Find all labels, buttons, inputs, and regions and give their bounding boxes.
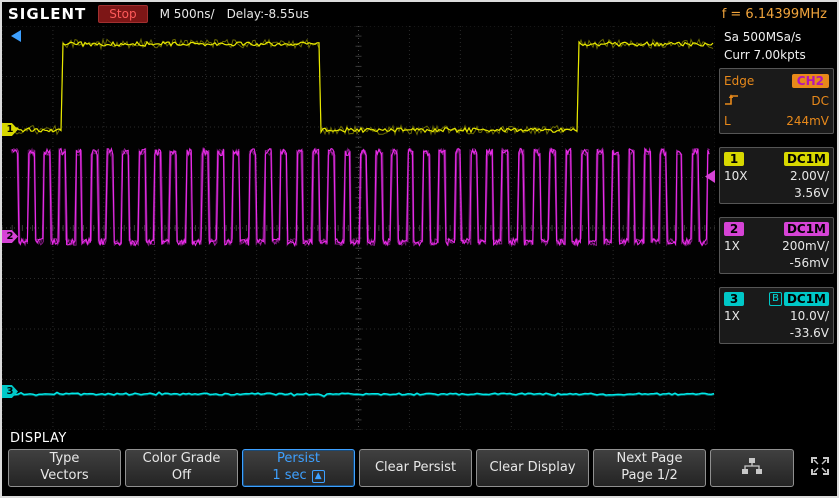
ch1-coupling-badge: DC1M [784, 152, 829, 166]
next-page-button[interactable]: Next Page Page 1/2 [593, 449, 706, 487]
utility-lan-button[interactable] [710, 449, 794, 487]
softkey-menu: Type Vectors Color Grade Off Persist 1 s… [2, 447, 837, 492]
ch2-probe-ratio: 1X [724, 239, 740, 253]
ch3-scale: 10.0V/ [790, 309, 829, 323]
ch3-number-badge: 3 [724, 292, 744, 306]
trigger-coupling-label: DC [811, 94, 829, 108]
trigger-source-badge: CH2 [792, 74, 829, 88]
frequency-counter-readout: f = 6.14399MHz [722, 7, 831, 22]
ch3-coupling-badge: DC1M [784, 292, 829, 306]
channel-1-panel[interactable]: 1 DC1M 10X 2.00V/ 3.56V [719, 147, 834, 204]
run-stop-status-badge[interactable]: Stop [98, 5, 147, 23]
sample-rate-readout: Sa 500MSa/s [719, 28, 834, 46]
ch1-offset: 3.56V [794, 186, 829, 200]
color-grade-button[interactable]: Color Grade Off [125, 449, 238, 487]
clear-display-button[interactable]: Clear Display [476, 449, 589, 487]
ch1-number-badge: 1 [724, 152, 744, 166]
ch3-probe-ratio: 1X [724, 309, 740, 323]
rising-edge-icon [724, 92, 740, 110]
ch2-scale: 200mV/ [782, 239, 829, 253]
ch2-number-badge: 2 [724, 222, 744, 236]
delay-readout: Delay:-8.55us [227, 7, 310, 21]
channel-2-panel[interactable]: 2 DC1M 1X 200mV/ -56mV [719, 217, 834, 274]
top-status-bar: SIGLENT Stop M 500ns/ Delay:-8.55us f = … [2, 2, 837, 26]
trigger-type-label: Edge [724, 74, 754, 88]
ch3-bandwidth-badge: B [769, 292, 782, 306]
timebase-readout: M 500ns/ [160, 7, 215, 21]
persist-button[interactable]: Persist 1 sec ▲ [242, 449, 355, 487]
trigger-level-label: L [724, 114, 731, 128]
sidebar: Sa 500MSa/s Curr 7.00kpts Edge CH2 DC L … [716, 26, 837, 430]
ch3-offset: -33.6V [790, 326, 829, 340]
ch2-coupling-badge: DC1M [784, 222, 829, 236]
up-arrow-icon: ▲ [312, 470, 325, 483]
trigger-level-value: 244mV [786, 114, 829, 128]
clear-persist-button[interactable]: Clear Persist [359, 449, 472, 487]
menu-title: DISPLAY [10, 431, 67, 446]
trigger-panel[interactable]: Edge CH2 DC L 244mV [719, 68, 834, 134]
memory-depth-readout: Curr 7.00kpts [719, 46, 834, 64]
waveform-display [2, 26, 715, 430]
ch1-probe-ratio: 10X [724, 169, 748, 183]
expand-icon[interactable] [811, 457, 829, 479]
lan-icon [741, 457, 763, 479]
oscilloscope-screen: SIGLENT Stop M 500ns/ Delay:-8.55us f = … [0, 0, 839, 498]
type-button[interactable]: Type Vectors [8, 449, 121, 487]
ch2-offset: -56mV [790, 256, 830, 270]
channel-3-panel[interactable]: 3 B DC1M 1X 10.0V/ -33.6V [719, 287, 834, 344]
brand-logo: SIGLENT [8, 5, 86, 23]
ch1-scale: 2.00V/ [790, 169, 829, 183]
